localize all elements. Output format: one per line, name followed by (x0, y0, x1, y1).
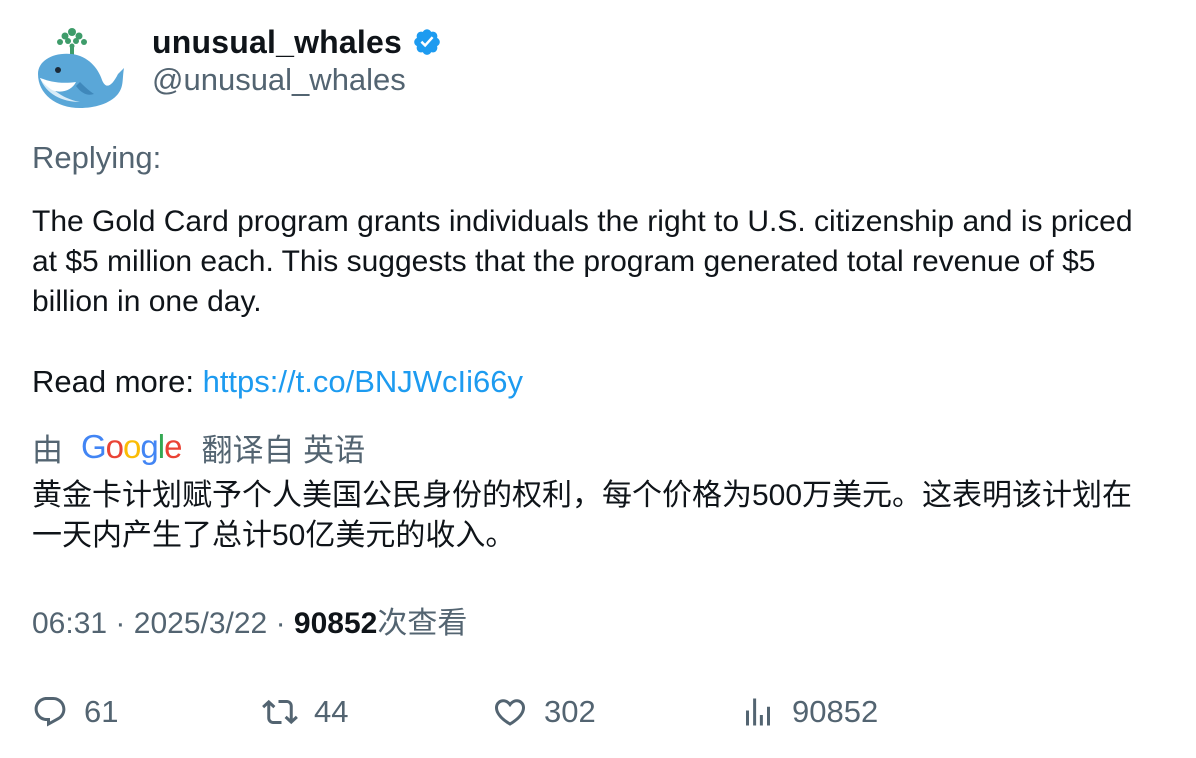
author-name-row[interactable]: unusual_whales (152, 22, 442, 62)
avatar[interactable] (32, 24, 128, 114)
retweet-button[interactable]: 44 (262, 692, 348, 732)
author-handle[interactable]: @unusual_whales (152, 62, 406, 98)
tweet-text: The Gold Card program grants individuals… (32, 202, 1152, 322)
tweet-date[interactable]: 2025/3/22 (134, 607, 267, 640)
verified-badge-icon (412, 27, 442, 57)
views-action-count: 90852 (792, 694, 879, 729)
tweet-time[interactable]: 06:31 (32, 607, 107, 640)
tweet-link[interactable]: https://t.co/BNJWcIi66y (203, 364, 523, 399)
whale-avatar-icon (38, 28, 124, 108)
like-count: 302 (544, 694, 596, 729)
translated-text: 黄金卡计划赋予个人美国公民身份的权利，每个价格为500万美元。这表明该计划在一天… (32, 479, 1133, 552)
tweet-meta: 06:31 · 2025/3/22 · 90852次查看 (32, 604, 467, 644)
reply-icon (34, 697, 66, 727)
author-display-name[interactable]: unusual_whales (152, 24, 402, 61)
translation-attribution: 由 Google 翻译自 英语 (32, 426, 365, 468)
reply-button[interactable]: 61 (32, 692, 118, 732)
translated-from-label: 翻译自 英语 (201, 432, 366, 468)
views-label: 次查看 (377, 607, 468, 640)
google-logo-icon[interactable]: Google (81, 428, 182, 466)
retweet-count: 44 (314, 694, 349, 729)
translated-by-label: 由 (32, 432, 63, 468)
retweet-icon (262, 699, 298, 725)
views-button[interactable]: 90852 (740, 692, 878, 732)
reply-count: 61 (84, 694, 119, 729)
meta-separator: · (275, 607, 286, 640)
tweet-body: The Gold Card program grants individuals… (32, 205, 1133, 318)
meta-separator: · (115, 607, 126, 640)
views-count: 90852 (293, 607, 378, 640)
analytics-icon (746, 698, 770, 726)
read-more-label: Read more: (32, 364, 203, 399)
read-more-line: Read more: https://t.co/BNJWcIi66y (32, 362, 523, 402)
replying-label: Replying: (32, 140, 162, 175)
like-button[interactable]: 302 (492, 692, 596, 732)
heart-icon (494, 699, 526, 726)
